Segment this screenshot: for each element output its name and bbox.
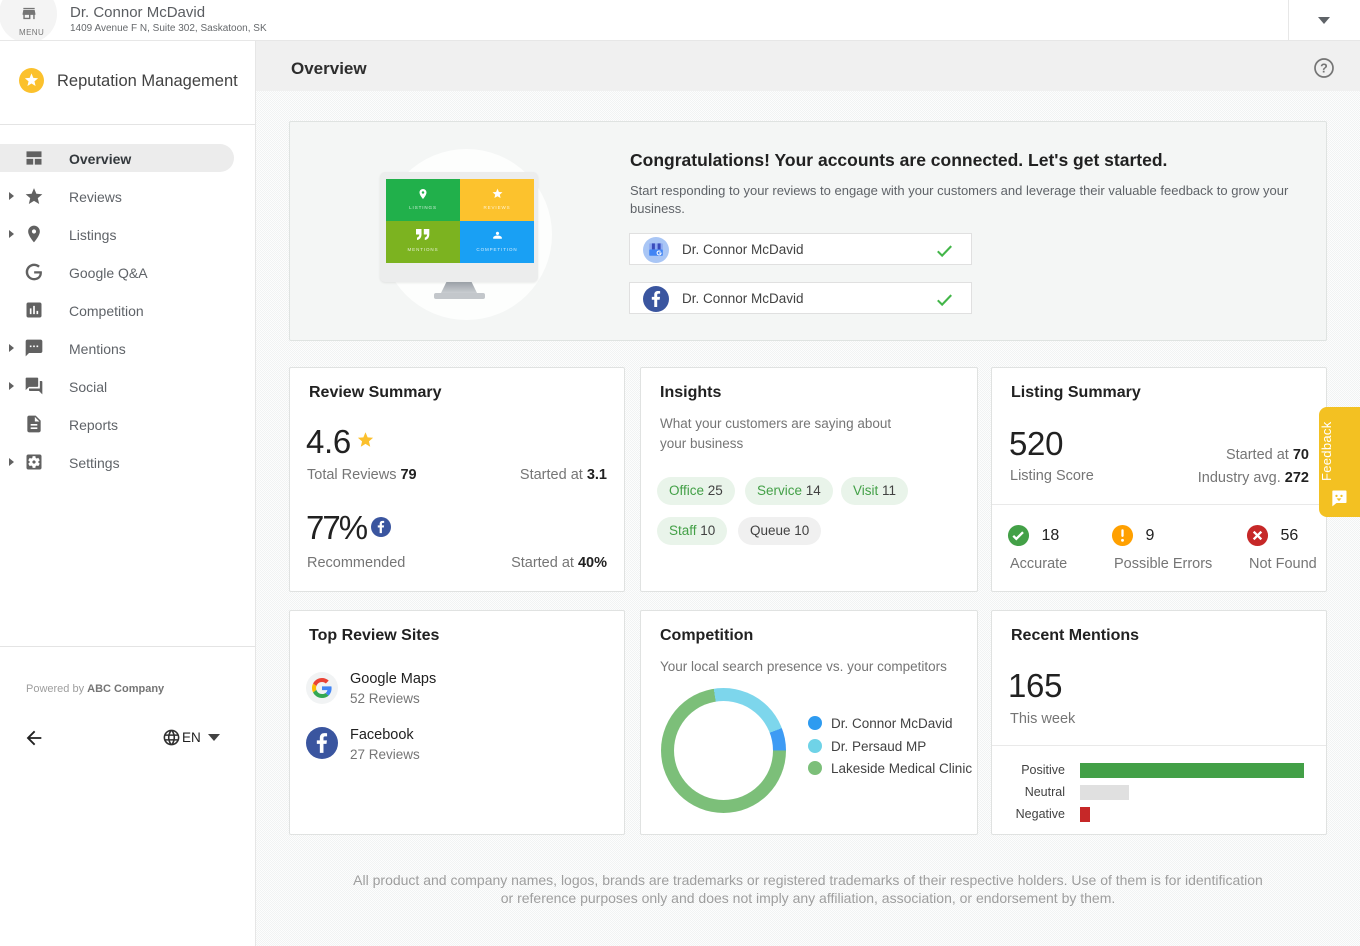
svg-text:?: ? (1320, 61, 1328, 75)
